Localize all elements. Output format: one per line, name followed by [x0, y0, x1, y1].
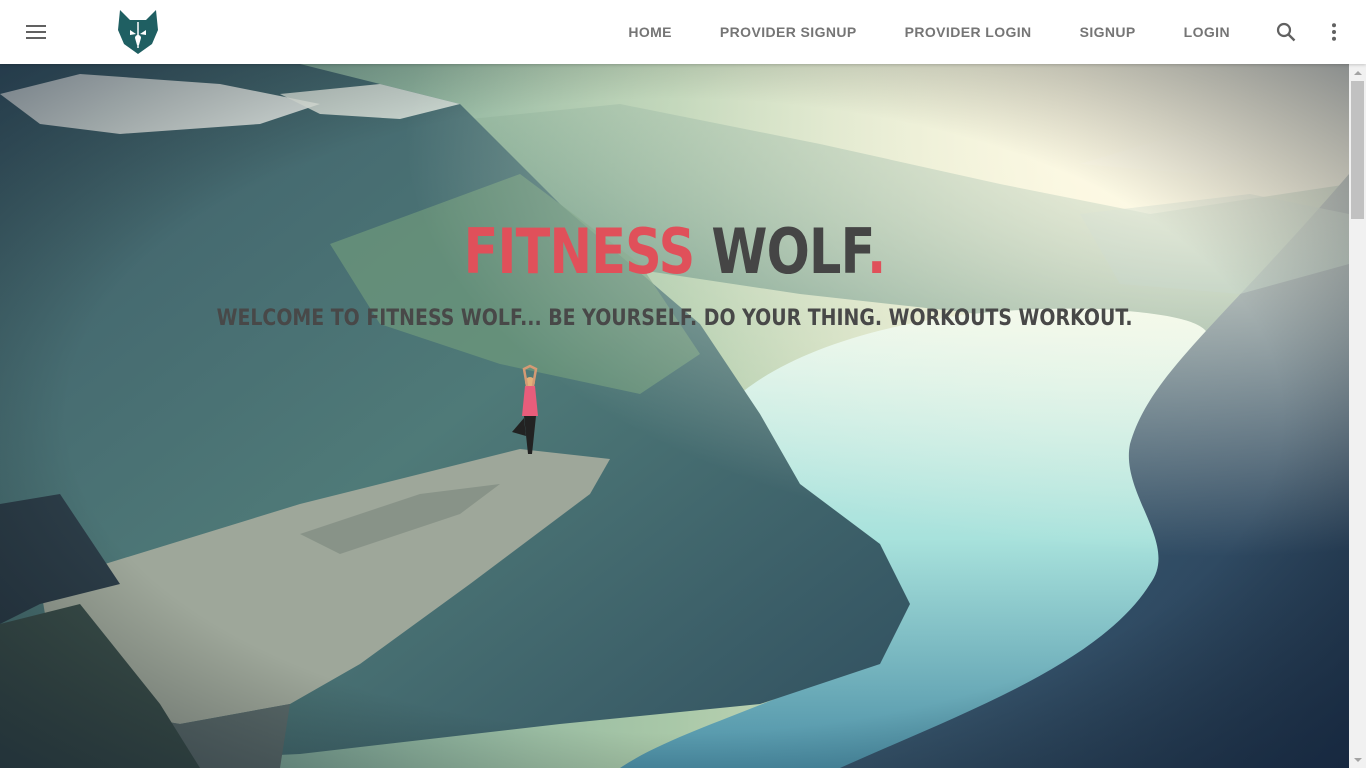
menu-button[interactable] [16, 12, 56, 52]
nav-signup[interactable]: SIGNUP [1056, 0, 1160, 64]
hero-title: FITNESS WOLF. [122, 216, 1228, 288]
nav-login[interactable]: LOGIN [1160, 0, 1262, 64]
nav-provider-signup[interactable]: PROVIDER SIGNUP [696, 0, 881, 64]
search-button[interactable] [1262, 0, 1310, 64]
nav-home[interactable]: HOME [604, 0, 696, 64]
scroll-up-button[interactable] [1349, 64, 1366, 81]
more-vert-icon [1332, 23, 1336, 41]
hero-title-part1: FITNESS [463, 215, 696, 288]
hero-title-period: . [867, 215, 886, 288]
hero-section: FITNESS WOLF. WELCOME TO FITNESS WOLF...… [0, 64, 1349, 768]
more-options-button[interactable] [1310, 0, 1358, 64]
search-icon [1276, 22, 1296, 42]
top-app-bar: HOME PROVIDER SIGNUP PROVIDER LOGIN SIGN… [0, 0, 1366, 64]
scroll-down-button[interactable] [1349, 751, 1366, 768]
logo[interactable] [116, 8, 160, 56]
wolf-logo-icon [118, 10, 158, 54]
nav-provider-login[interactable]: PROVIDER LOGIN [881, 0, 1056, 64]
caret-down-icon [1353, 757, 1362, 762]
hero-subtitle: WELCOME TO FITNESS WOLF... BE YOURSELF. … [216, 306, 1133, 331]
caret-up-icon [1353, 70, 1362, 75]
hero-title-part2: WOLF [711, 215, 868, 288]
main-nav: HOME PROVIDER SIGNUP PROVIDER LOGIN SIGN… [604, 0, 1366, 64]
scroll-thumb[interactable] [1351, 81, 1364, 219]
hamburger-menu-icon [26, 25, 46, 39]
hero-background-image [0, 64, 1349, 768]
page-scrollbar[interactable] [1349, 64, 1366, 768]
